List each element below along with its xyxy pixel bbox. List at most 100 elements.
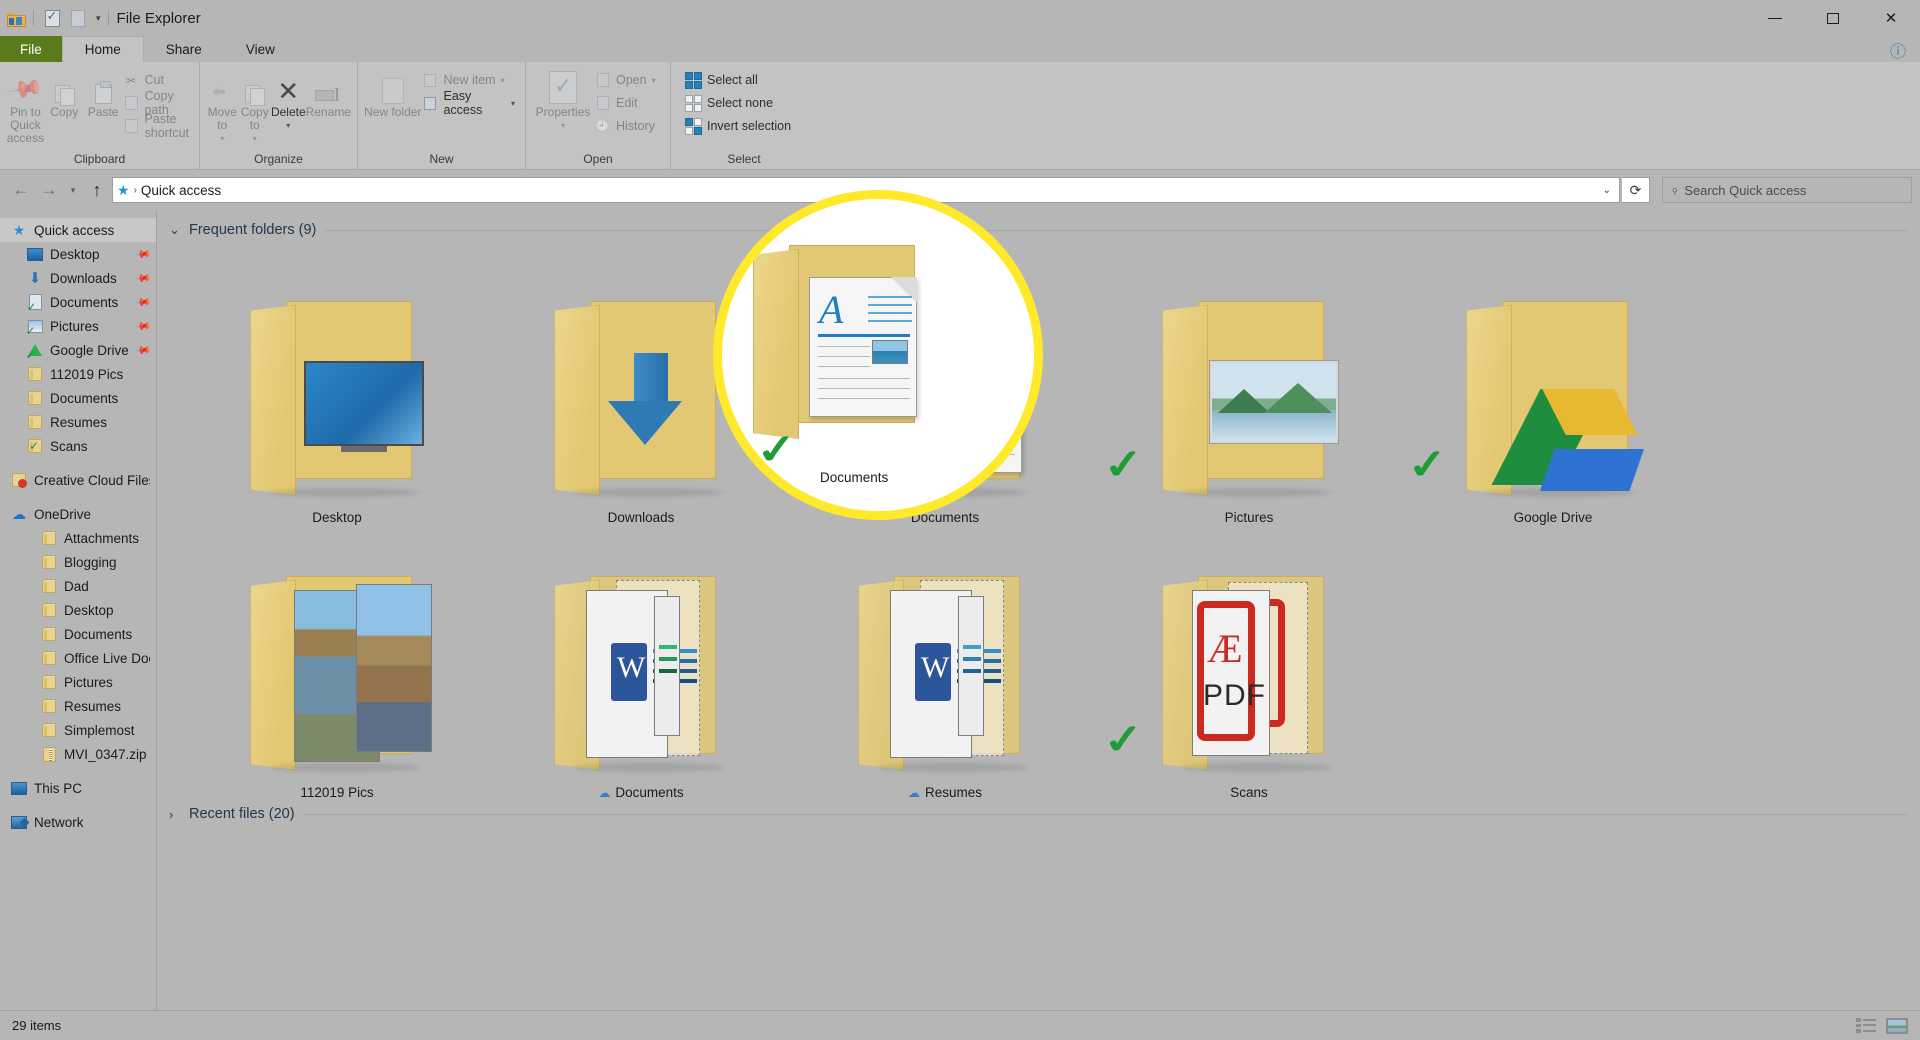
sidebar-item-attachments[interactable]: Attachments xyxy=(0,526,156,550)
folder-tile-scans[interactable]: Æ PDF ✓ Scans xyxy=(1097,525,1401,800)
tab-file[interactable]: File xyxy=(0,36,62,62)
close-button[interactable]: ✕ xyxy=(1862,0,1920,36)
breadcrumb-separator: › xyxy=(133,184,137,196)
sidebar-item-blogging[interactable]: Blogging xyxy=(0,550,156,574)
tab-view[interactable]: View xyxy=(224,36,297,62)
sidebar-item-office-live-documents[interactable]: Office Live Docume xyxy=(0,646,156,670)
sidebar-item-label: Resumes xyxy=(50,414,108,430)
sidebar-item-mvi-0347-zip[interactable]: MVI_0347.zip xyxy=(0,742,156,766)
chevron-down-icon[interactable]: ⌄ xyxy=(169,222,181,238)
breadcrumb[interactable]: Quick access xyxy=(141,183,221,198)
paste-button[interactable]: Paste xyxy=(84,66,123,119)
chevron-down-icon[interactable]: ▾ xyxy=(93,13,104,24)
refresh-button[interactable]: ⟳ xyxy=(1622,177,1650,203)
edit-button[interactable]: Edit xyxy=(594,94,660,112)
ribbon-group-open: Properties ▾ Open ▾ Edit 🕘 His xyxy=(526,62,671,169)
select-none-button[interactable]: Select none xyxy=(685,94,795,112)
folder-icon xyxy=(40,553,58,571)
sidebar-item-quick-access[interactable]: ★ Quick access xyxy=(0,218,156,242)
tab-home[interactable]: Home xyxy=(61,36,144,62)
sidebar-item-documents-2[interactable]: Documents xyxy=(0,386,156,410)
paste-shortcut-button[interactable]: Paste shortcut xyxy=(123,112,193,140)
cut-button[interactable]: ✂ Cut xyxy=(123,71,193,89)
sidebar-item-downloads[interactable]: ⬇ Downloads 📌 xyxy=(0,266,156,290)
history-button[interactable]: 🕘 History xyxy=(594,117,660,135)
tab-share[interactable]: Share xyxy=(144,36,224,62)
easy-access-button[interactable]: Easy access ▾ xyxy=(421,89,519,117)
navigation-pane[interactable]: ★ Quick access Desktop 📌 ⬇ Downloads 📌 D… xyxy=(0,210,157,1010)
new-folder-icon xyxy=(381,70,404,104)
copy-button[interactable]: Copy xyxy=(45,66,84,119)
explorer-folder-icon xyxy=(4,7,26,29)
help-icon[interactable]: ⓘ xyxy=(1890,38,1920,62)
sidebar-item-documents-onedrive[interactable]: Documents xyxy=(0,622,156,646)
star-icon: ★ xyxy=(12,221,26,238)
folder-tile-desktop[interactable]: Desktop xyxy=(185,250,489,525)
folder-tile-onedrive-documents[interactable]: ☁ Documents xyxy=(489,525,793,800)
sidebar-item-pictures[interactable]: Pictures 📌 xyxy=(0,314,156,338)
details-view-button[interactable] xyxy=(1856,1018,1876,1033)
content-pane[interactable]: ⌄ Frequent folders (9) Desktop Downloads… xyxy=(157,210,1920,1010)
sidebar-item-resumes-onedrive[interactable]: Resumes xyxy=(0,694,156,718)
sidebar-item-dad[interactable]: Dad xyxy=(0,574,156,598)
sidebar-item-google-drive[interactable]: Google Drive 📌 xyxy=(0,338,156,362)
folder-art-pictures xyxy=(1154,291,1344,506)
sidebar-item-desktop[interactable]: Desktop 📌 xyxy=(0,242,156,266)
folder-tile-onedrive-resumes[interactable]: ☁ Resumes xyxy=(793,525,1097,800)
chevron-right-icon[interactable]: › xyxy=(169,807,181,822)
folder-tile-pictures[interactable]: ✓ Pictures xyxy=(1097,250,1401,525)
sidebar-item-onedrive[interactable]: ☁ OneDrive xyxy=(0,502,156,526)
invert-selection-icon xyxy=(685,117,702,135)
back-button[interactable]: ← xyxy=(8,177,34,203)
copy-to-button[interactable]: Copy to ▾ xyxy=(238,66,270,143)
properties-button[interactable]: Properties ▾ xyxy=(532,66,594,130)
sidebar-item-creative-cloud-files[interactable]: Creative Cloud Files xyxy=(0,468,156,492)
folder-tile-112019-pics[interactable]: 112019 Pics xyxy=(185,525,489,800)
search-input[interactable]: ⌕ Search Quick access xyxy=(1662,177,1912,203)
chevron-down-icon: ▾ xyxy=(500,75,505,85)
invert-selection-button[interactable]: Invert selection xyxy=(685,117,795,135)
open-button[interactable]: Open ▾ xyxy=(594,71,660,89)
select-all-button[interactable]: Select all xyxy=(685,71,795,89)
new-folder-button[interactable]: New folder xyxy=(364,66,421,119)
new-item-button[interactable]: New item ▾ xyxy=(421,71,519,89)
forward-button[interactable]: → xyxy=(36,177,62,203)
chevron-down-icon: ▾ xyxy=(252,134,257,143)
chevron-down-icon: ▾ xyxy=(286,121,291,130)
properties-icon[interactable] xyxy=(41,7,63,29)
recent-locations-button[interactable]: ▾ xyxy=(64,177,82,203)
sidebar-item-112019-pics[interactable]: 112019 Pics xyxy=(0,362,156,386)
rename-button[interactable]: Rename xyxy=(306,66,351,119)
maximize-button[interactable] xyxy=(1804,0,1862,36)
recent-files-header[interactable]: › Recent files (20) xyxy=(157,800,1920,828)
cut-label: Cut xyxy=(144,73,164,87)
open-icon xyxy=(594,72,611,89)
paste-shortcut-icon xyxy=(123,118,140,135)
delete-button[interactable]: ✕ Delete ▾ xyxy=(271,66,306,130)
sidebar-item-pictures-onedrive[interactable]: Pictures xyxy=(0,670,156,694)
sidebar-item-resumes[interactable]: Resumes xyxy=(0,410,156,434)
copy-icon xyxy=(54,70,75,106)
sync-check-icon: ✓ xyxy=(1100,716,1148,764)
sidebar-item-this-pc[interactable]: This PC xyxy=(0,776,156,800)
sidebar-item-documents[interactable]: Documents 📌 xyxy=(0,290,156,314)
frequent-folders-title: Frequent folders (9) xyxy=(189,222,317,238)
sidebar-item-label: Downloads xyxy=(50,270,117,286)
pin-to-quick-access-button[interactable]: 📌 Pin to Quick access xyxy=(5,66,45,145)
minimize-button[interactable] xyxy=(1746,0,1804,36)
frequent-folders-header[interactable]: ⌄ Frequent folders (9) xyxy=(157,216,1920,244)
chevron-down-icon[interactable]: ⌄ xyxy=(1603,185,1615,196)
folder-tile-google-drive[interactable]: ✓ Google Drive xyxy=(1401,250,1705,525)
status-bar: 29 items xyxy=(0,1010,1920,1040)
sidebar-item-scans[interactable]: Scans xyxy=(0,434,156,458)
ribbon-group-select: Select all Select none Invert selection xyxy=(671,62,817,169)
move-to-button[interactable]: Move to ▾ xyxy=(206,66,238,144)
large-icons-view-button[interactable] xyxy=(1886,1017,1908,1034)
copy-path-button[interactable]: Copy path xyxy=(123,89,193,117)
folder-label: Google Drive xyxy=(1513,510,1593,525)
sidebar-item-simplemost[interactable]: Simplemost xyxy=(0,718,156,742)
sidebar-item-network[interactable]: Network xyxy=(0,810,156,834)
new-folder-icon[interactable] xyxy=(67,7,89,29)
sidebar-item-desktop-onedrive[interactable]: Desktop xyxy=(0,598,156,622)
up-button[interactable]: ↑ xyxy=(84,177,110,203)
